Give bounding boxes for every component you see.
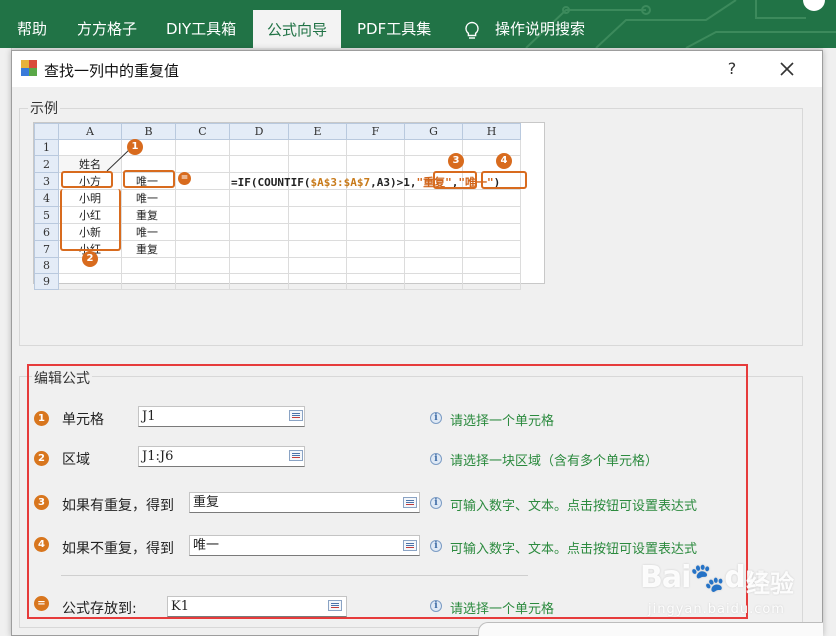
result-cell: 重复 bbox=[121, 206, 176, 224]
step-2-icon: 2 bbox=[34, 451, 49, 466]
if-duplicate-input[interactable]: 重复 bbox=[189, 492, 420, 513]
tab-formula-wizard[interactable]: 公式向导 bbox=[253, 10, 342, 48]
output-input[interactable]: K1 bbox=[167, 596, 347, 617]
col-header: A bbox=[58, 123, 122, 140]
row-header: 5 bbox=[34, 206, 59, 224]
output-picker-button[interactable] bbox=[328, 600, 342, 611]
watermark-cn: 经验 bbox=[746, 570, 794, 598]
ribbon-bar: 帮助 方方格子 DIY工具箱 公式向导 PDF工具集 操作说明搜索 bbox=[0, 0, 836, 48]
row-header: 7 bbox=[34, 240, 59, 258]
badge-2: 2 bbox=[82, 251, 98, 267]
step-1-icon: 1 bbox=[34, 411, 49, 426]
if-unique-hint: 可输入数字、文本。点击按钮可设置表达式 bbox=[450, 542, 698, 557]
step-4-icon: 4 bbox=[34, 537, 49, 552]
tab-fangfang[interactable]: 方方格子 bbox=[77, 0, 137, 48]
badge-4: 4 bbox=[496, 153, 512, 169]
cell-label: 单元格 bbox=[62, 412, 104, 428]
col-header: F bbox=[346, 123, 405, 140]
result-cell: 唯一 bbox=[121, 189, 176, 207]
col-header: H bbox=[462, 123, 521, 140]
result-cell: 唯一 bbox=[121, 223, 176, 241]
highlight-box-dup bbox=[433, 171, 477, 189]
example-group-label: 示例 bbox=[28, 98, 60, 118]
row-header: 9 bbox=[34, 273, 59, 290]
cell-hint: 请选择一个单元格 bbox=[450, 414, 555, 429]
badge-equals: = bbox=[178, 172, 191, 185]
range-input[interactable]: J1:J6 bbox=[138, 446, 305, 467]
col-header: C bbox=[175, 123, 230, 140]
row-header: 6 bbox=[34, 223, 59, 241]
highlight-box-unique bbox=[481, 171, 527, 189]
badge-3: 3 bbox=[448, 153, 464, 169]
if-duplicate-hint: 可输入数字、文本。点击按钮可设置表达式 bbox=[450, 499, 698, 514]
tab-diy-toolbox[interactable]: DIY工具箱 bbox=[166, 0, 236, 48]
badge-1: 1 bbox=[127, 139, 143, 155]
cell-picker-button[interactable] bbox=[289, 410, 303, 421]
col-header: D bbox=[229, 123, 289, 140]
baidu-watermark: Bai🐾du 经验 jingyan.baidu.com bbox=[640, 558, 820, 626]
tab-pdf-tools[interactable]: PDF工具集 bbox=[357, 0, 431, 48]
col-header: E bbox=[288, 123, 347, 140]
example-spreadsheet: A B C D E F G H 1 2 姓名 3 小方 唯一 4 小明 唯一 5… bbox=[33, 122, 545, 290]
tab-help[interactable]: 帮助 bbox=[17, 0, 47, 48]
help-button[interactable]: ? bbox=[720, 57, 744, 81]
worksheet-background-right bbox=[823, 48, 836, 636]
cell-input[interactable]: J1 bbox=[138, 406, 305, 427]
info-icon: i bbox=[430, 540, 442, 552]
formula-wizard-dialog: 查找一列中的重复值 ? 示例 A B C D E F G H 1 2 姓名 3 … bbox=[11, 50, 823, 636]
row-header: 3 bbox=[34, 172, 59, 190]
tab-search-help[interactable]: 操作说明搜索 bbox=[495, 0, 585, 48]
dialog-title: 查找一列中的重复值 bbox=[44, 62, 180, 80]
if-duplicate-label: 如果有重复，得到 bbox=[62, 498, 174, 514]
step-output-icon: = bbox=[34, 596, 49, 611]
close-icon[interactable] bbox=[774, 57, 800, 81]
range-hint: 请选择一块区域（含有多个单元格） bbox=[450, 454, 659, 469]
info-icon: i bbox=[430, 600, 442, 612]
row-header: 4 bbox=[34, 189, 59, 207]
row-header: 8 bbox=[34, 257, 59, 274]
step-3-icon: 3 bbox=[34, 495, 49, 510]
range-label: 区域 bbox=[62, 452, 90, 468]
row-header: 1 bbox=[34, 139, 59, 156]
highlight-box-range bbox=[60, 189, 121, 251]
info-icon: i bbox=[430, 412, 442, 424]
app-icon bbox=[21, 60, 37, 76]
info-icon: i bbox=[430, 497, 442, 509]
result-cell: 重复 bbox=[121, 240, 176, 258]
watermark-url: jingyan.baidu.com bbox=[648, 602, 785, 617]
separator bbox=[61, 575, 528, 576]
info-icon: i bbox=[430, 453, 442, 465]
if-unique-input[interactable]: 唯一 bbox=[189, 535, 420, 556]
if-unique-expression-button[interactable] bbox=[403, 540, 417, 551]
output-label: 公式存放到: bbox=[62, 601, 137, 617]
row-header: 2 bbox=[34, 155, 59, 173]
if-unique-label: 如果不重复，得到 bbox=[62, 541, 174, 557]
col-header: B bbox=[121, 123, 176, 140]
dialog-titlebar: 查找一列中的重复值 ? bbox=[12, 51, 822, 87]
corner-cell bbox=[34, 123, 59, 140]
if-duplicate-expression-button[interactable] bbox=[403, 497, 417, 508]
col-header: G bbox=[404, 123, 463, 140]
range-picker-button[interactable] bbox=[289, 450, 303, 461]
output-hint: 请选择一个单元格 bbox=[450, 602, 555, 617]
lightbulb-icon bbox=[465, 21, 479, 39]
highlight-box-cell bbox=[61, 171, 113, 188]
